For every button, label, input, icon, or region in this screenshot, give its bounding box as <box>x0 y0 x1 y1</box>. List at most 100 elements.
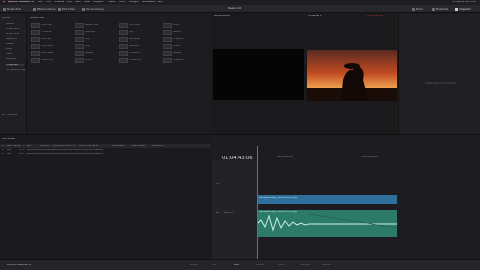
table-row[interactable]: 2 002 A1 C 00:00:06:00 00:00:00:00 00:00:06:00… <box>0 152 211 156</box>
media-pool-clip[interactable]: Clip <box>75 36 117 43</box>
column-header[interactable]: Record In <box>66 145 76 147</box>
track-v1[interactable]: V1 <box>216 183 219 186</box>
menu-timeline[interactable]: Timeline <box>54 1 64 3</box>
column-header[interactable]: Source Out <box>53 145 65 147</box>
bin-item[interactable]: Sessions <box>6 58 16 60</box>
column-header[interactable]: Source Start <box>132 145 146 147</box>
column-header[interactable]: Source In <box>40 145 50 147</box>
bin-item[interactable]: Users <box>6 53 13 55</box>
effects-icon <box>33 7 36 11</box>
media-pool-clip[interactable]: Clip Files <box>31 22 73 29</box>
table-row[interactable]: 1 001 V1 C 00:00:06:00 00:00:00:00 00:00:06:00… <box>0 148 211 152</box>
clip-name: Clip 2 <box>173 24 180 27</box>
page-tab-cut[interactable]: Cut <box>212 264 216 267</box>
column-header[interactable]: Name <box>92 145 98 147</box>
media-pool-clip[interactable]: Nueva <box>75 50 117 57</box>
media-pool-clip[interactable]: Clip 2 <box>163 22 205 29</box>
media-pool-clip[interactable]: Subclips <box>75 29 117 36</box>
clip-thumbnail-icon <box>31 22 40 29</box>
menu-help[interactable]: Help <box>157 1 162 3</box>
metadata-button[interactable]: Metadata <box>432 7 448 12</box>
timeline-viewer-name[interactable]: Timeline 1 <box>308 15 322 18</box>
bin-item-selected[interactable]: Timelines <box>6 64 24 67</box>
media-pool-clip[interactable]: Clip Audio <box>31 43 73 50</box>
media-pool-clip[interactable]: Clip Video <box>31 50 73 57</box>
source-viewer-frame[interactable] <box>213 49 304 100</box>
list-icon <box>58 7 61 11</box>
media-pool-clip[interactable]: Video <box>163 43 205 50</box>
column-header[interactable]: Dur <box>27 145 31 147</box>
media-pool-button[interactable]: Media Pool <box>3 7 21 12</box>
bin-item[interactable]: Keywords <box>6 38 17 40</box>
bin-item[interactable]: Master <box>6 43 14 45</box>
media-pool-clip[interactable]: Nueva <box>163 50 205 57</box>
media-pool-clip[interactable]: Clip <box>119 29 161 36</box>
menu-clip[interactable]: Clip <box>67 1 72 3</box>
edit-index-panel: Edit Index # Reel Match V C Dur Source In Sourc… <box>0 134 211 259</box>
app-menu[interactable]: DaVinci Resolve <box>8 1 30 3</box>
app-version-label: DaVinci Resolve 17 <box>7 264 32 266</box>
media-pool-clip[interactable]: Timeline <box>163 36 205 43</box>
column-header[interactable]: V <box>19 145 21 147</box>
menu-fairlight[interactable]: Fairlight <box>129 1 139 3</box>
menu-edit[interactable]: Edit <box>38 1 43 3</box>
menu-fusion[interactable]: Fusion <box>108 1 116 3</box>
media-pool-clip[interactable]: Clip Sync <box>31 36 73 43</box>
menu-color[interactable]: Color <box>119 1 125 3</box>
media-pool-clip[interactable]: Fuji Fotos <box>119 22 161 29</box>
column-header[interactable]: Reel <box>7 145 12 147</box>
bin-item[interactable]: Smart Bins <box>6 33 19 35</box>
media-pool-clip[interactable]: Timeline 2 <box>119 57 161 64</box>
apple-menu[interactable]: ● <box>3 1 5 3</box>
sound-library-button[interactable]: Sound Library <box>82 7 104 12</box>
media-pool-clip[interactable]: Clip <box>75 43 117 50</box>
column-header[interactable]: Source End <box>152 145 164 147</box>
effects-library-button[interactable]: Effects Library <box>33 7 56 12</box>
bin-item[interactable]: Clips <box>6 48 12 50</box>
track-a1[interactable]: A1 <box>216 212 219 215</box>
clip-name: Clip <box>129 31 134 34</box>
inspector-button[interactable]: Inspector <box>455 7 471 12</box>
clip-thumbnail-icon <box>119 36 128 43</box>
menu-workspace[interactable]: Workspace <box>142 1 155 3</box>
menu-playback[interactable]: Playback <box>93 1 104 3</box>
bin-item[interactable]: Power Bins <box>6 28 19 30</box>
page-tab-fairlight[interactable]: Fairlight <box>300 264 310 267</box>
edit-index-header: # Reel Match V C Dur Source In Source Out Record… <box>0 144 211 148</box>
page-tab-edit[interactable]: Edit <box>234 264 239 267</box>
bin-item[interactable]: Compound Clips <box>6 69 26 71</box>
mixer-button[interactable]: Mixer <box>412 7 423 12</box>
page-tab-color[interactable]: Color <box>278 264 285 267</box>
media-pool-clip[interactable]: Nuevo <box>163 29 205 36</box>
clock-text: Fri Aug 24 12:35 PM <box>452 1 476 3</box>
menu-file[interactable]: File <box>30 1 34 3</box>
column-header[interactable]: Record Out <box>79 145 91 147</box>
page-tab-fusion[interactable]: Fusion <box>256 264 264 267</box>
media-pool-clip[interactable]: Timeline 3 <box>119 50 161 57</box>
column-header[interactable]: C <box>23 145 25 147</box>
menu-view[interactable]: View <box>84 1 90 3</box>
page-tab-media[interactable]: Media <box>190 264 198 267</box>
video-clip[interactable]: SampleVideo_1280x720.mp4 <box>257 195 397 204</box>
viewer-frame-image[interactable] <box>307 50 397 101</box>
menu-trim[interactable]: Trim <box>46 1 51 3</box>
column-header[interactable]: # <box>2 145 4 147</box>
clip-thumbnail-icon <box>31 29 40 36</box>
page-tab-deliver[interactable]: Deliver <box>322 264 331 267</box>
media-pool-clip[interactable]: Nueva Sub <box>75 22 117 29</box>
column-header[interactable]: Comments <box>112 145 124 147</box>
media-pool-clip[interactable]: Timeline <box>31 29 73 36</box>
bin-item[interactable]: Nueva <box>6 23 14 25</box>
media-pool-clip[interactable]: Subclips2 <box>119 36 161 43</box>
media-pool-clip[interactable]: Clip 3 <box>75 57 117 64</box>
audio-clip[interactable]: SampleVideo_1280x720.mp4 <box>257 210 397 237</box>
media-pool-clip[interactable]: Subclips <box>119 43 161 50</box>
media-pool-clip[interactable]: Timeline <box>163 57 205 64</box>
media-pool-clip[interactable]: Video Clip <box>31 57 73 64</box>
menu-mark[interactable]: Mark <box>75 1 81 3</box>
bin-master[interactable]: Master <box>2 17 10 19</box>
bin-item[interactable]: All Timelines <box>2 114 17 116</box>
clip-thumbnail-icon <box>163 57 172 64</box>
playhead[interactable] <box>257 146 258 259</box>
edit-index-button[interactable]: Edit Index <box>58 7 75 12</box>
